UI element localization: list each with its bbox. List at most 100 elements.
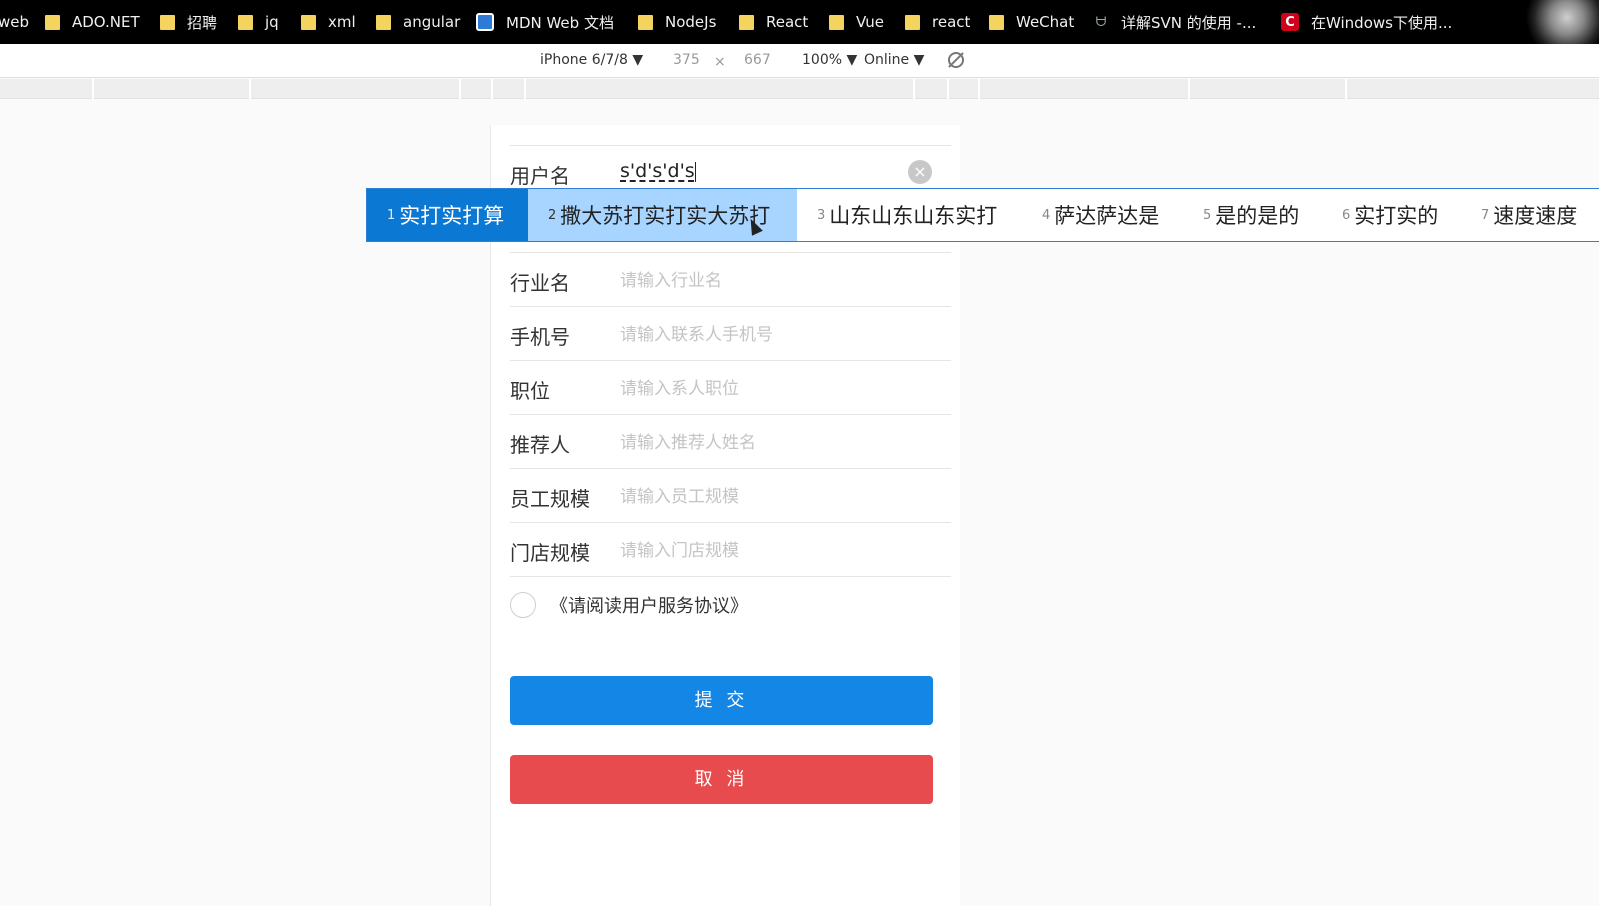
bookmark-react[interactable]: React bbox=[739, 0, 808, 44]
candidate-text: 萨达萨达是 bbox=[1054, 204, 1160, 228]
ime-candidate-7[interactable]: 7 速度速度 bbox=[1481, 189, 1577, 241]
staff-size-input[interactable] bbox=[620, 485, 920, 509]
ime-candidate-bar: 1 实打实打算 2 撒大苏打实打实大苏打 3 山东山东山东实打 4 萨达萨达是 5 是的是… bbox=[366, 188, 1599, 242]
bookmark-mdn[interactable]: MDN Web 文档 bbox=[476, 0, 614, 44]
dimension-separator: × bbox=[714, 54, 726, 70]
store-size-input[interactable] bbox=[620, 539, 920, 563]
staff-size-label: 员工规模 bbox=[510, 487, 590, 511]
candidate-text: 实打实的 bbox=[1354, 204, 1439, 228]
agreement-link[interactable]: 《请阅读用户服务协议》 bbox=[550, 592, 748, 618]
ime-candidate-4[interactable]: 4 萨达萨达是 bbox=[1042, 189, 1159, 241]
store-size-label: 门店规模 bbox=[510, 541, 590, 565]
zoom-select[interactable]: 100% ▼ bbox=[802, 52, 857, 68]
ime-candidate-5[interactable]: 5 是的是的 bbox=[1203, 189, 1299, 241]
phone-label: 手机号 bbox=[510, 325, 570, 349]
bookmark-angular[interactable]: angular bbox=[376, 0, 460, 44]
candidate-text: 是的是的 bbox=[1215, 204, 1300, 228]
bookmark-csdn[interactable]: C 在Windows下使用... bbox=[1281, 0, 1452, 44]
referrer-row: 推荐人 bbox=[510, 415, 951, 469]
bookmark-label: ADO.NET bbox=[72, 13, 140, 31]
folder-icon bbox=[238, 14, 253, 30]
ime-candidate-1[interactable]: 1 实打实打算 bbox=[367, 189, 528, 241]
bookmark-label: Vue bbox=[856, 13, 884, 31]
candidate-number: 4 bbox=[1042, 207, 1051, 223]
bookmark-label: NodeJs bbox=[665, 13, 717, 31]
bookmark-label: 在Windows下使用... bbox=[1311, 13, 1453, 32]
phone-input[interactable] bbox=[620, 323, 920, 347]
referrer-label: 推荐人 bbox=[510, 433, 570, 457]
username-value: s'd's'd's bbox=[620, 160, 695, 182]
bookmark-label: WeChat bbox=[1016, 13, 1075, 31]
position-label: 职位 bbox=[510, 379, 550, 403]
bookmark-label: 详解SVN 的使用 -... bbox=[1121, 13, 1257, 32]
viewport-width[interactable]: 375 bbox=[673, 52, 700, 68]
username-label: 用户名 bbox=[510, 164, 570, 188]
phone-row: 手机号 bbox=[510, 307, 951, 361]
ime-candidate-3[interactable]: 3 山东山东山东实打 bbox=[817, 189, 997, 241]
industry-input[interactable] bbox=[620, 269, 920, 293]
position-row: 职位 bbox=[510, 361, 951, 415]
mdn-icon bbox=[476, 13, 494, 31]
agreement-row: 《请阅读用户服务协议》 bbox=[510, 590, 748, 620]
bookmark-label: web bbox=[0, 13, 30, 31]
candidate-number: 6 bbox=[1342, 207, 1351, 223]
candidate-text: 山东山东山东实打 bbox=[829, 204, 998, 228]
candidate-number: 3 bbox=[817, 207, 826, 223]
rotate-icon[interactable] bbox=[948, 52, 964, 68]
bookmark-label: angular bbox=[403, 13, 461, 31]
network-select[interactable]: Online ▼ bbox=[864, 52, 924, 68]
bookmark-ado-net[interactable]: ADO.NET bbox=[45, 0, 140, 44]
folder-icon bbox=[301, 14, 316, 30]
username-input[interactable]: s'd's'd's bbox=[620, 160, 696, 182]
bookmark-label: 招聘 bbox=[187, 13, 218, 32]
bookmark-zhaopin[interactable]: 招聘 bbox=[160, 0, 217, 44]
bookmark-label: jq bbox=[265, 13, 279, 31]
folder-icon bbox=[638, 14, 653, 30]
bookmarks-bar: web ADO.NET 招聘 jq xml angular MDN Web 文档… bbox=[0, 0, 1599, 44]
bookmark-nodejs[interactable]: NodeJs bbox=[638, 0, 716, 44]
folder-icon bbox=[905, 14, 920, 30]
cancel-button[interactable]: 取 消 bbox=[510, 755, 933, 804]
candidate-number: 1 bbox=[387, 207, 396, 223]
staff-size-row: 员工规模 bbox=[510, 469, 951, 523]
bookmark-jq[interactable]: jq bbox=[238, 0, 279, 44]
bookmark-wechat[interactable]: WeChat bbox=[989, 0, 1074, 44]
position-input[interactable] bbox=[620, 377, 920, 401]
submit-button[interactable]: 提 交 bbox=[510, 676, 933, 725]
viewport-height[interactable]: 667 bbox=[744, 52, 771, 68]
svn-icon: ᗨ bbox=[1095, 14, 1107, 30]
candidate-text: 实打实打算 bbox=[399, 204, 505, 228]
store-size-row: 门店规模 bbox=[510, 523, 951, 577]
folder-icon bbox=[829, 14, 844, 30]
media-query-bar[interactable] bbox=[0, 79, 1599, 99]
candidate-number: 5 bbox=[1203, 207, 1212, 223]
candidate-number: 7 bbox=[1481, 207, 1490, 223]
industry-label: 行业名 bbox=[510, 271, 570, 295]
referrer-input[interactable] bbox=[620, 431, 920, 455]
agreement-radio[interactable] bbox=[510, 592, 536, 618]
candidate-text: 速度速度 bbox=[1493, 204, 1578, 228]
folder-icon bbox=[739, 14, 754, 30]
bookmark-label: xml bbox=[328, 13, 356, 31]
mobile-viewport: 用户名 s'd's'd's × 行业名 手机号 职位 推荐人 员工规模 门店规模… bbox=[490, 125, 960, 906]
folder-icon bbox=[45, 14, 60, 30]
bookmark-label: MDN Web 文档 bbox=[506, 13, 614, 32]
candidate-text: 撒大苏打实打实大苏打 bbox=[560, 204, 771, 228]
device-toolbar: iPhone 6/7/8 ▼ 375 × 667 100% ▼ Online ▼ bbox=[0, 44, 1599, 78]
candidate-number: 2 bbox=[548, 207, 557, 223]
device-select[interactable]: iPhone 6/7/8 ▼ bbox=[540, 52, 643, 68]
industry-row: 行业名 bbox=[510, 253, 951, 307]
csdn-icon: C bbox=[1281, 13, 1299, 31]
ime-candidate-6[interactable]: 6 实打实的 bbox=[1342, 189, 1438, 241]
clear-icon[interactable]: × bbox=[908, 160, 932, 184]
bookmark-xml[interactable]: xml bbox=[301, 0, 356, 44]
bookmark-react-lower[interactable]: react bbox=[905, 0, 970, 44]
bookmark-label: React bbox=[766, 13, 809, 31]
profile-avatar[interactable] bbox=[1519, 0, 1599, 44]
bookmark-label: react bbox=[932, 13, 971, 31]
folder-icon bbox=[160, 14, 175, 30]
bookmark-svn[interactable]: ᗨ 详解SVN 的使用 -... bbox=[1093, 0, 1257, 44]
folder-icon bbox=[376, 14, 391, 30]
bookmark-vue[interactable]: Vue bbox=[829, 0, 884, 44]
bookmark-web[interactable]: web bbox=[0, 0, 29, 44]
